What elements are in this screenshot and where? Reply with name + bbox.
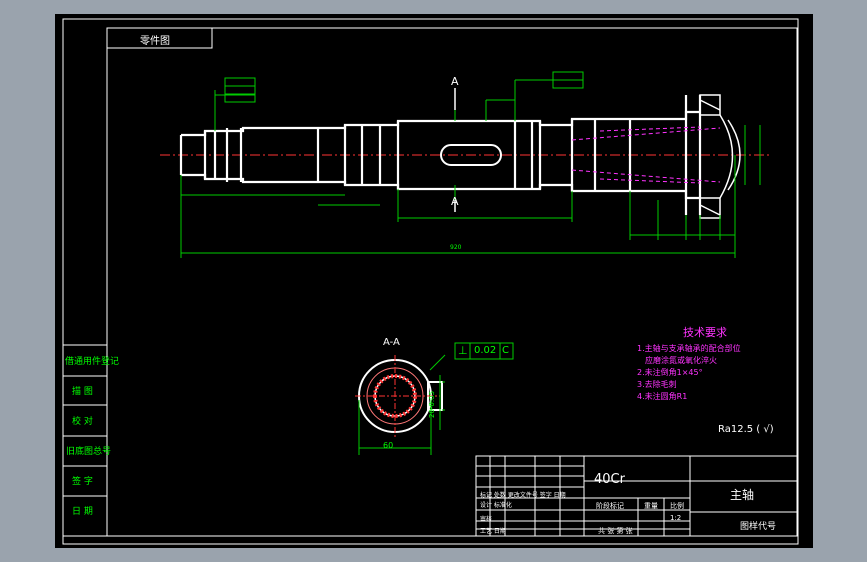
inner-frame <box>106 27 798 537</box>
outer-frame <box>62 18 799 545</box>
stage-mark-header: 阶段标记 <box>596 502 624 510</box>
title-row-3: 审核 <box>480 516 493 523</box>
drawing-number-label: 图样代号 <box>740 522 777 532</box>
sidebar-label-6: 日 期 <box>72 507 93 517</box>
section-width-dim: 60 <box>383 441 394 450</box>
tech-req-item-3: 2.未注倒角1×45° <box>637 368 703 377</box>
sidebar-label-4: 旧底图总号 <box>66 447 112 457</box>
drawing-title: 零件图 <box>140 36 170 47</box>
scale-value: 1:2 <box>670 514 682 522</box>
tolerance-datum: C <box>502 345 509 356</box>
tech-req-title: 技术要求 <box>683 326 727 339</box>
title-row-4: 工艺 日期 <box>480 528 506 535</box>
tech-req-item-1: 1.主轴与支承轴承的配合部位 <box>637 344 741 353</box>
roughness-note: Ra12.5 ( √) <box>718 424 774 435</box>
cut-mark-bottom: A <box>451 195 459 208</box>
weight-header: 重量 <box>644 502 658 510</box>
sidebar-label-5: 签 字 <box>72 477 93 487</box>
overall-length-dim: 920 <box>450 244 462 251</box>
tech-req-item-5: 4.未注圆角R1 <box>637 392 688 401</box>
sidebar-label-1: 借通用件登记 <box>65 357 120 367</box>
tech-req-item-4: 3.去除毛刺 <box>637 380 677 389</box>
material-label: 40Cr <box>594 472 625 487</box>
tolerance-frames <box>224 71 584 103</box>
flange <box>699 94 741 219</box>
section-name: A-A <box>383 337 400 348</box>
title-row-1: 标记 处数 更改文件号 签字 日期 <box>480 492 566 499</box>
tolerance-value: 0.02 <box>474 345 497 356</box>
tolerance-symbol: ⊥ <box>458 344 468 357</box>
scale-header: 比例 <box>670 502 684 510</box>
cut-mark-top: A <box>451 75 459 88</box>
sidebar-label-2: 描 图 <box>72 387 93 397</box>
sidebar-label-3: 校 对 <box>72 417 93 427</box>
tech-req-item-2: 应磨涂氮或氧化淬火 <box>645 356 717 365</box>
section-height-dim: 20-0.05 <box>428 390 436 418</box>
part-name: 主轴 <box>730 488 755 502</box>
drawing-canvas <box>62 18 799 545</box>
dimension-lines <box>180 79 761 258</box>
title-row-2: 设计 标准化 <box>480 502 512 509</box>
sheets-label: 共 张 第 张 <box>598 527 633 535</box>
